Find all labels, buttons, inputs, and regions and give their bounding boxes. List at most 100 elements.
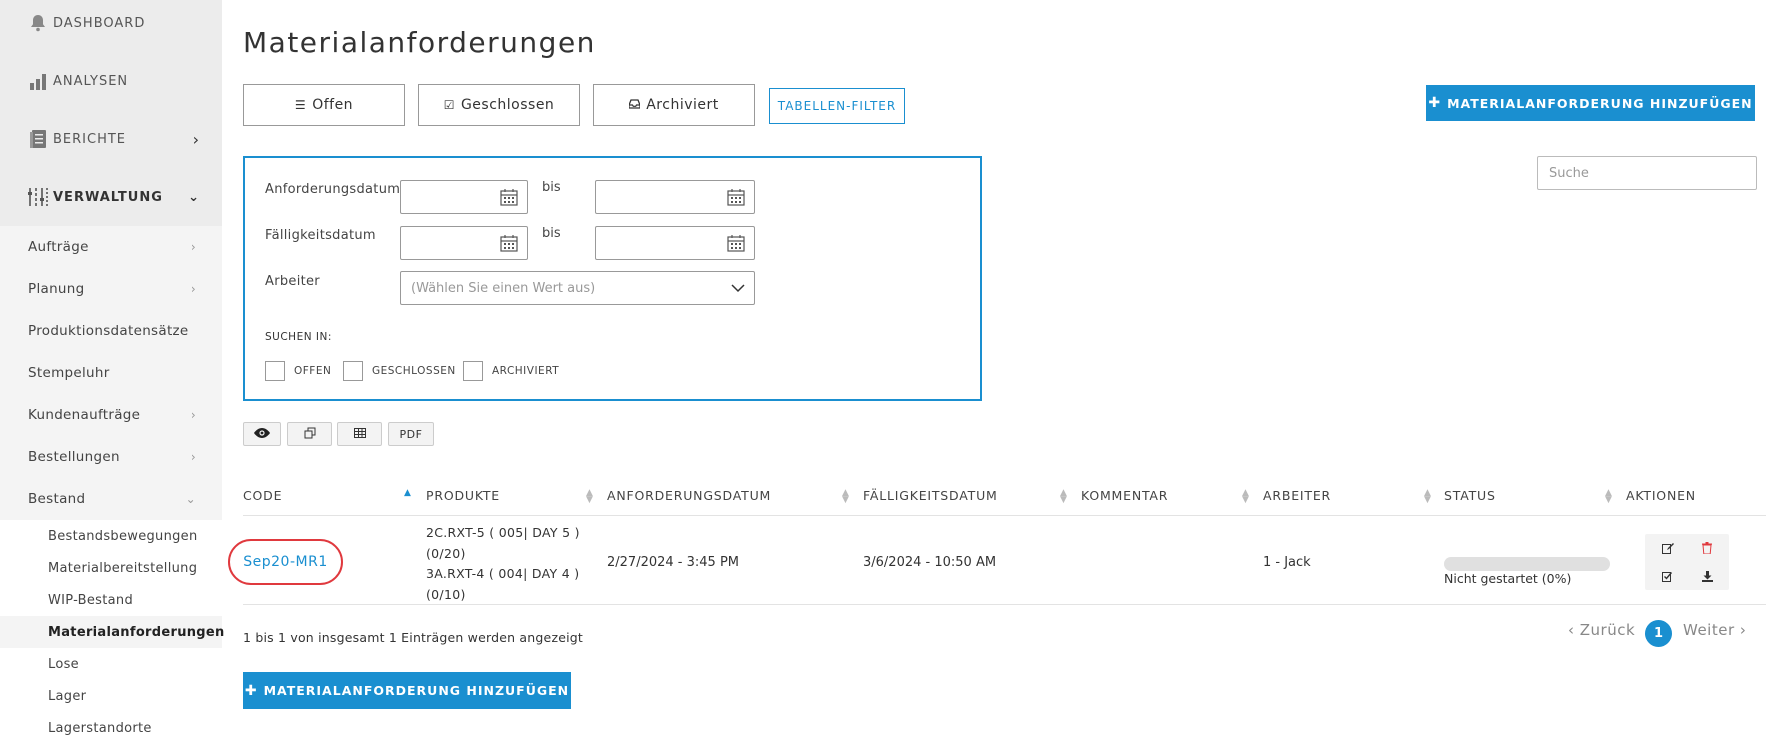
column-header-faelligkeitsdatum[interactable]: FÄLLIGKEITSDATUM [863,488,998,503]
chevron-down-icon [730,280,746,300]
sidebar-item-lagerstandorte[interactable]: Lagerstandorte [0,712,222,742]
chevron-down-icon: ⌄ [185,492,196,506]
sidebar-item-dashboard[interactable]: DASHBOARD [0,0,222,52]
worker-label: Arbeiter [265,274,320,289]
edit-icon[interactable] [1662,543,1674,557]
calendar-icon [727,235,745,256]
add-material-request-bottom-button[interactable]: ✚ MATERIALANFORDERUNG HINZUFÜGEN [243,672,571,709]
due-date-label: Fälligkeitsdatum [265,228,376,243]
checkbox-geschlossen[interactable]: GESCHLOSSEN [343,361,456,381]
search-in-label: SUCHEN IN: [265,331,332,343]
sidebar-item-produktionsdatensaetze[interactable]: Produktionsdatensätze [0,310,222,352]
sidebar-item-wip-bestand[interactable]: WIP-Bestand [0,584,222,616]
add-material-request-button[interactable]: ✚ MATERIALANFORDERUNG HINZUFÜGEN [1426,85,1755,121]
column-header-produkte[interactable]: PRODUKTE [426,488,500,503]
request-date-label: Anforderungsdatum [265,182,401,197]
sort-icon[interactable]: ▲ ▼ [586,489,593,505]
bar-chart-icon [27,70,49,92]
column-header-code[interactable]: CODE [243,488,282,503]
list-icon: ☰ [294,98,307,112]
row-actions [1645,534,1729,590]
checkbox-box[interactable] [343,361,363,381]
request-date-from-input[interactable] [400,180,528,214]
sidebar: DASHBOARD ANALYSEN BERICHTE › VERWALTUNG… [0,0,224,742]
page-title: Materialanforderungen [243,26,596,59]
to-label: bis [542,180,561,195]
sidebar-item-auftraege[interactable]: Aufträge › [0,226,222,268]
sidebar-item-kundenauftraege[interactable]: Kundenaufträge › [0,394,222,436]
copy-icon [304,427,316,442]
excel-export-button[interactable] [337,422,382,446]
sidebar-item-bestellungen[interactable]: Bestellungen › [0,436,222,478]
due-date-from-input[interactable] [400,226,528,260]
chevron-right-icon: › [192,129,200,149]
column-header-arbeiter[interactable]: ARBEITER [1263,488,1331,503]
search-input[interactable] [1537,156,1757,190]
sort-icon[interactable]: ▲ ▼ [842,489,849,505]
sidebar-item-verwaltung[interactable]: VERWALTUNG ⌄ [0,168,222,226]
sidebar-item-planung[interactable]: Planung › [0,268,222,310]
column-header-kommentar[interactable]: KOMMENTAR [1081,488,1168,503]
column-visibility-button[interactable] [243,422,281,446]
sidebar-item-bestandsbewegungen[interactable]: Bestandsbewegungen [0,520,222,552]
chevron-right-icon: › [190,408,196,422]
due-date-cell: 3/6/2024 - 10:50 AM [863,555,997,570]
sidebar-item-lager[interactable]: Lager [0,680,222,712]
bell-icon [27,12,49,34]
request-date-to-input[interactable] [595,180,755,214]
copy-button[interactable] [287,422,332,446]
pdf-export-button[interactable]: PDF [388,422,434,446]
column-header-anforderungsdatum[interactable]: ANFORDERUNGSDATUM [607,488,771,503]
tab-geschlossen[interactable]: ☑ Geschlossen [418,84,580,126]
prev-page-link[interactable]: ‹ Zurück [1568,621,1635,639]
checkbox-archiviert[interactable]: ARCHIVIERT [463,361,559,381]
tab-archiviert[interactable]: Archiviert [593,84,755,126]
sidebar-item-materialbereitstellung[interactable]: Materialbereitstellung [0,552,222,584]
calendar-icon [500,235,518,256]
plus-icon: ✚ [244,682,258,699]
download-icon[interactable] [1702,571,1713,585]
sort-icon[interactable]: ▲ ▼ [1605,489,1612,505]
check-square-icon: ☑ [443,98,455,112]
row-divider [243,604,1766,605]
column-header-aktionen: AKTIONEN [1626,488,1696,503]
chevron-right-icon: › [190,282,196,296]
sort-asc-icon[interactable]: ▲ [404,489,411,498]
sidebar-item-lose[interactable]: Lose [0,648,222,680]
table-info: 1 bis 1 von insgesamt 1 Einträgen werden… [243,630,584,645]
page-number-button[interactable]: 1 [1645,620,1672,647]
checkbox-box[interactable] [265,361,285,381]
sidebar-item-stempeluhr[interactable]: Stempeluhr [0,352,222,394]
sidebar-item-materialanforderungen[interactable]: Materialanforderungen [0,616,224,648]
header-divider [243,515,1766,516]
chevron-down-icon: ⌄ [188,189,200,205]
sidebar-item-bestand[interactable]: Bestand ⌄ [0,478,222,520]
chevron-right-icon: › [190,450,196,464]
plus-icon: ✚ [1428,95,1442,111]
sidebar-item-berichte[interactable]: BERICHTE › [0,110,222,168]
status-progress-bar [1444,557,1610,571]
products-cell: 2C.RXT-5 ( 005| DAY 5 ) (0/20) 3A.RXT-4 … [426,525,580,602]
table-filter-button[interactable]: TABELLEN-FILTER [769,88,905,124]
sliders-icon [27,186,49,208]
sort-icon[interactable]: ▲ ▼ [1242,489,1249,505]
calendar-icon [727,189,745,210]
eye-icon [254,427,270,441]
status-text: Nicht gestartet (0%) [1444,571,1572,586]
check-square-icon[interactable] [1662,571,1673,585]
tab-offen[interactable]: ☰ Offen [243,84,405,126]
code-link[interactable]: Sep20-MR1 [228,539,343,585]
sort-icon[interactable]: ▲ ▼ [1060,489,1067,505]
to-label: bis [542,226,561,241]
column-header-status[interactable]: STATUS [1444,488,1496,503]
worker-select[interactable]: (Wählen Sie einen Wert aus) [400,271,755,305]
inbox-icon [628,98,641,112]
delete-icon[interactable] [1702,542,1712,557]
next-page-link[interactable]: Weiter › [1683,621,1746,639]
due-date-to-input[interactable] [595,226,755,260]
table-icon [353,427,366,441]
checkbox-box[interactable] [463,361,483,381]
sidebar-item-analysen[interactable]: ANALYSEN [0,52,222,110]
sort-icon[interactable]: ▲ ▼ [1424,489,1431,505]
checkbox-offen[interactable]: OFFEN [265,361,331,381]
